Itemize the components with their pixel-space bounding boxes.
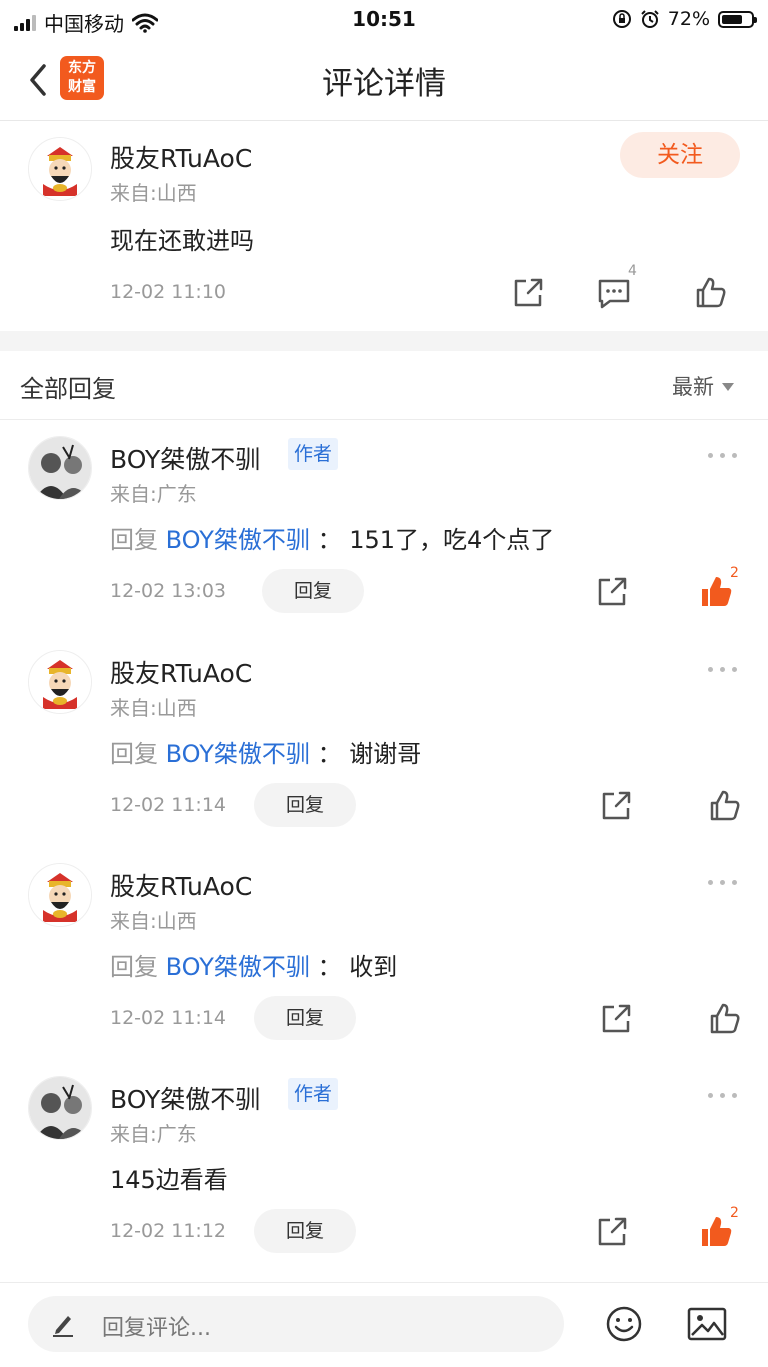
- author-location: 来自:广东: [110, 482, 197, 506]
- comment-icon[interactable]: [594, 273, 634, 313]
- author-location: 来自:广东: [110, 1122, 197, 1146]
- comment-count: 4: [628, 263, 637, 279]
- more-icon[interactable]: [708, 1090, 738, 1100]
- page-title: 评论详情: [322, 66, 446, 102]
- author-name[interactable]: 股友RTuAoC: [110, 867, 252, 903]
- reply-button[interactable]: 回复: [254, 783, 356, 827]
- section-divider: [0, 331, 768, 351]
- nav-bar: 东方 财富 评论详情: [0, 40, 768, 121]
- reply-item: 股友RTuAoC 来自:山西 回复 BOY桀傲不驯 ： 谢谢哥 12-02 11…: [0, 634, 768, 847]
- comment-time: 12-02 11:10: [110, 281, 227, 303]
- chevron-down-icon[interactable]: [722, 383, 734, 391]
- share-icon[interactable]: [592, 572, 632, 612]
- reply-input[interactable]: 回复评论...: [28, 1296, 564, 1352]
- battery-percent: 72%: [667, 8, 710, 30]
- reply-button[interactable]: 回复: [254, 996, 356, 1040]
- author-badge: 作者: [288, 438, 339, 470]
- reply-placeholder: 回复评论...: [102, 1316, 211, 1341]
- reply-text: 145边看看: [110, 1166, 228, 1194]
- reply-time: 12-02 11:14: [110, 1007, 227, 1029]
- reply-target-link[interactable]: BOY桀傲不驯: [166, 953, 310, 981]
- avatar[interactable]: [28, 650, 92, 714]
- reply-text: 回复 BOY桀傲不驯 ： 收到: [110, 953, 398, 981]
- all-replies-label: 全部回复: [20, 375, 116, 403]
- status-bar: 中国移动 10:51 72%: [0, 0, 768, 40]
- reply-text: 回复 BOY桀傲不驯 ： 151了，吃4个点了: [110, 526, 555, 554]
- share-icon[interactable]: [592, 1212, 632, 1252]
- main-comment: 股友RTuAoC 来自:山西 关注 现在还敢进吗 12-02 11:10 4: [0, 121, 768, 331]
- like-icon[interactable]: [690, 273, 730, 313]
- avatar[interactable]: [28, 863, 92, 927]
- share-icon[interactable]: [596, 786, 636, 826]
- author-location: 来自:山西: [110, 909, 197, 933]
- pen-icon: [53, 1316, 73, 1337]
- battery-icon: [718, 10, 757, 28]
- reply-time: 12-02 11:12: [110, 1220, 227, 1242]
- reply-button[interactable]: 回复: [262, 569, 364, 613]
- author-name[interactable]: 股友RTuAoC: [110, 139, 252, 175]
- comment-text: 现在还敢进吗: [110, 227, 254, 255]
- share-icon[interactable]: [596, 999, 636, 1039]
- reply-item: BOY桀傲不驯 作者 来自:广东 145边看看 12-02 11:12 回复 2: [0, 1060, 768, 1273]
- reply-text: 回复 BOY桀傲不驯 ： 谢谢哥: [110, 740, 422, 768]
- reply-bar: 回复评论...: [0, 1282, 768, 1367]
- emoji-icon[interactable]: [604, 1304, 644, 1344]
- like-count: 2: [730, 1205, 739, 1221]
- reply-time: 12-02 13:03: [110, 580, 227, 602]
- more-icon[interactable]: [708, 877, 738, 887]
- reply-item: BOY桀傲不驯 作者 来自:广东 回复 BOY桀傲不驯 ： 151了，吃4个点了…: [0, 420, 768, 633]
- author-name[interactable]: BOY桀傲不驯: [110, 1080, 260, 1116]
- like-icon[interactable]: [704, 786, 744, 826]
- more-icon[interactable]: [708, 664, 738, 674]
- alarm-icon: [641, 10, 659, 28]
- author-name[interactable]: BOY桀傲不驯: [110, 440, 260, 476]
- like-count: 2: [730, 565, 739, 581]
- sort-select[interactable]: 最新: [672, 371, 714, 401]
- replies-header: 全部回复 最新: [0, 351, 768, 420]
- avatar[interactable]: [28, 1076, 92, 1140]
- reply-item: 股友RTuAoC 来自:山西 回复 BOY桀傲不驯 ： 收到 12-02 11:…: [0, 847, 768, 1060]
- image-icon[interactable]: [686, 1304, 728, 1344]
- more-icon[interactable]: [708, 450, 738, 460]
- reply-target-link[interactable]: BOY桀傲不驯: [166, 526, 310, 554]
- reply-button[interactable]: 回复: [254, 1209, 356, 1253]
- author-badge: 作者: [288, 1078, 339, 1110]
- orientation-lock-icon: [612, 10, 631, 28]
- author-name[interactable]: 股友RTuAoC: [110, 654, 252, 690]
- share-icon[interactable]: [508, 273, 548, 313]
- follow-button[interactable]: 关注: [620, 132, 740, 178]
- author-location: 来自:山西: [110, 696, 197, 720]
- author-location: 来自:山西: [110, 181, 197, 205]
- avatar[interactable]: [28, 137, 92, 201]
- reply-target-link[interactable]: BOY桀傲不驯: [166, 740, 310, 768]
- like-icon[interactable]: [704, 999, 744, 1039]
- reply-time: 12-02 11:14: [110, 794, 227, 816]
- avatar[interactable]: [28, 436, 92, 500]
